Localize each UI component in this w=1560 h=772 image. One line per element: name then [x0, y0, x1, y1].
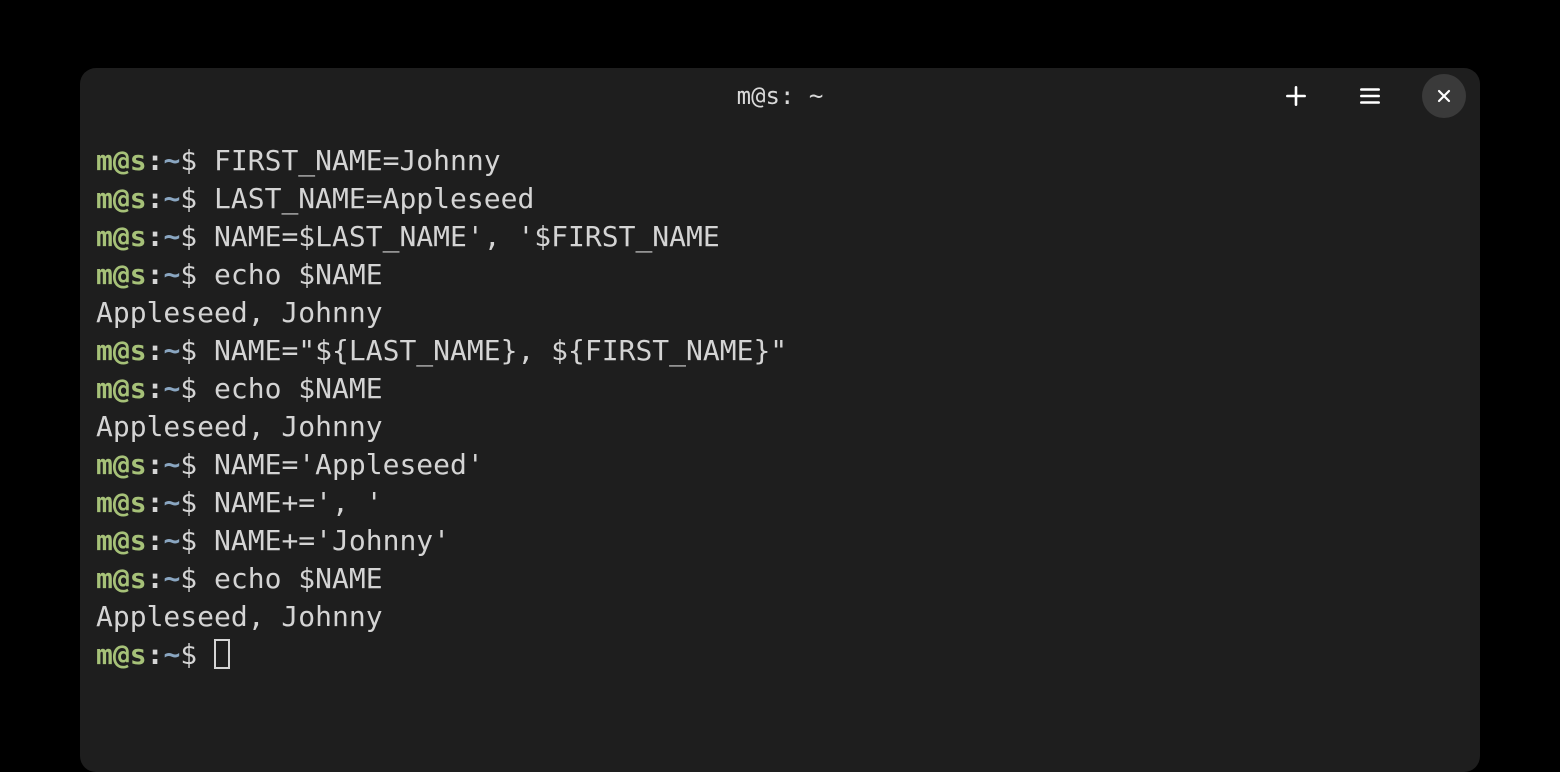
prompt-user-host: m@s [96, 182, 147, 215]
prompt-symbol: $ [180, 220, 214, 253]
shell-prompt: m@s:~$ [96, 258, 214, 291]
new-tab-button[interactable] [1274, 74, 1318, 118]
command-text: echo $NAME [214, 258, 383, 291]
prompt-symbol: $ [180, 144, 214, 177]
prompt-path: ~ [163, 638, 180, 671]
prompt-path: ~ [163, 334, 180, 367]
prompt-user-host: m@s [96, 372, 147, 405]
prompt-user-host: m@s [96, 562, 147, 595]
terminal-line: m@s:~$ NAME='Appleseed' [96, 446, 1464, 484]
prompt-user-host: m@s [96, 524, 147, 557]
command-text: NAME=$LAST_NAME', '$FIRST_NAME [214, 220, 720, 253]
command-text: LAST_NAME=Appleseed [214, 182, 534, 215]
prompt-separator: : [147, 524, 164, 557]
terminal-line: m@s:~$ echo $NAME [96, 256, 1464, 294]
title-bar: m@s: ~ [80, 68, 1480, 124]
shell-prompt: m@s:~$ [96, 638, 214, 671]
plus-icon [1283, 83, 1309, 109]
prompt-symbol: $ [180, 562, 214, 595]
prompt-symbol: $ [180, 638, 214, 671]
terminal-line: Appleseed, Johnny [96, 598, 1464, 636]
command-text: NAME='Appleseed' [214, 448, 484, 481]
shell-prompt: m@s:~$ [96, 182, 214, 215]
prompt-symbol: $ [180, 524, 214, 557]
terminal-line: Appleseed, Johnny [96, 294, 1464, 332]
terminal-line: m@s:~$ FIRST_NAME=Johnny [96, 142, 1464, 180]
prompt-symbol: $ [180, 258, 214, 291]
command-text: NAME+=', ' [214, 486, 383, 519]
prompt-separator: : [147, 182, 164, 215]
menu-button[interactable] [1348, 74, 1392, 118]
terminal-window: m@s: ~ m@s:~ [80, 68, 1480, 772]
output-text: Appleseed, Johnny [96, 600, 383, 633]
command-text: echo $NAME [214, 372, 383, 405]
prompt-separator: : [147, 258, 164, 291]
cursor [214, 639, 230, 669]
command-text: echo $NAME [214, 562, 383, 595]
command-text: FIRST_NAME=Johnny [214, 144, 501, 177]
shell-prompt: m@s:~$ [96, 334, 214, 367]
prompt-path: ~ [163, 524, 180, 557]
terminal-line: m@s:~$ echo $NAME [96, 560, 1464, 598]
prompt-symbol: $ [180, 334, 214, 367]
shell-prompt: m@s:~$ [96, 562, 214, 595]
terminal-line: m@s:~$ echo $NAME [96, 370, 1464, 408]
output-text: Appleseed, Johnny [96, 296, 383, 329]
prompt-separator: : [147, 220, 164, 253]
prompt-user-host: m@s [96, 334, 147, 367]
shell-prompt: m@s:~$ [96, 448, 214, 481]
command-text: NAME="${LAST_NAME}, ${FIRST_NAME}" [214, 334, 787, 367]
terminal-line: m@s:~$ NAME=$LAST_NAME', '$FIRST_NAME [96, 218, 1464, 256]
prompt-separator: : [147, 144, 164, 177]
prompt-user-host: m@s [96, 258, 147, 291]
prompt-user-host: m@s [96, 144, 147, 177]
prompt-separator: : [147, 334, 164, 367]
prompt-separator: : [147, 638, 164, 671]
prompt-path: ~ [163, 182, 180, 215]
terminal-line: m@s:~$ NAME="${LAST_NAME}, ${FIRST_NAME}… [96, 332, 1464, 370]
close-icon [1434, 86, 1454, 106]
output-text: Appleseed, Johnny [96, 410, 383, 443]
prompt-separator: : [147, 486, 164, 519]
shell-prompt: m@s:~$ [96, 220, 214, 253]
prompt-path: ~ [163, 448, 180, 481]
prompt-path: ~ [163, 258, 180, 291]
prompt-separator: : [147, 372, 164, 405]
prompt-symbol: $ [180, 486, 214, 519]
prompt-separator: : [147, 562, 164, 595]
prompt-user-host: m@s [96, 448, 147, 481]
prompt-path: ~ [163, 486, 180, 519]
window-controls [1274, 74, 1466, 118]
prompt-path: ~ [163, 562, 180, 595]
shell-prompt: m@s:~$ [96, 372, 214, 405]
prompt-symbol: $ [180, 448, 214, 481]
prompt-symbol: $ [180, 372, 214, 405]
terminal-body[interactable]: m@s:~$ FIRST_NAME=Johnnym@s:~$ LAST_NAME… [80, 124, 1480, 674]
shell-prompt: m@s:~$ [96, 144, 214, 177]
prompt-separator: : [147, 448, 164, 481]
close-button[interactable] [1422, 74, 1466, 118]
prompt-path: ~ [163, 144, 180, 177]
prompt-user-host: m@s [96, 638, 147, 671]
hamburger-icon [1357, 83, 1383, 109]
shell-prompt: m@s:~$ [96, 486, 214, 519]
window-title: m@s: ~ [737, 82, 824, 110]
terminal-line: m@s:~$ [96, 636, 1464, 674]
prompt-user-host: m@s [96, 486, 147, 519]
terminal-line: Appleseed, Johnny [96, 408, 1464, 446]
prompt-path: ~ [163, 372, 180, 405]
terminal-line: m@s:~$ NAME+=', ' [96, 484, 1464, 522]
terminal-line: m@s:~$ NAME+='Johnny' [96, 522, 1464, 560]
shell-prompt: m@s:~$ [96, 524, 214, 557]
command-text: NAME+='Johnny' [214, 524, 450, 557]
terminal-line: m@s:~$ LAST_NAME=Appleseed [96, 180, 1464, 218]
prompt-user-host: m@s [96, 220, 147, 253]
prompt-symbol: $ [180, 182, 214, 215]
prompt-path: ~ [163, 220, 180, 253]
